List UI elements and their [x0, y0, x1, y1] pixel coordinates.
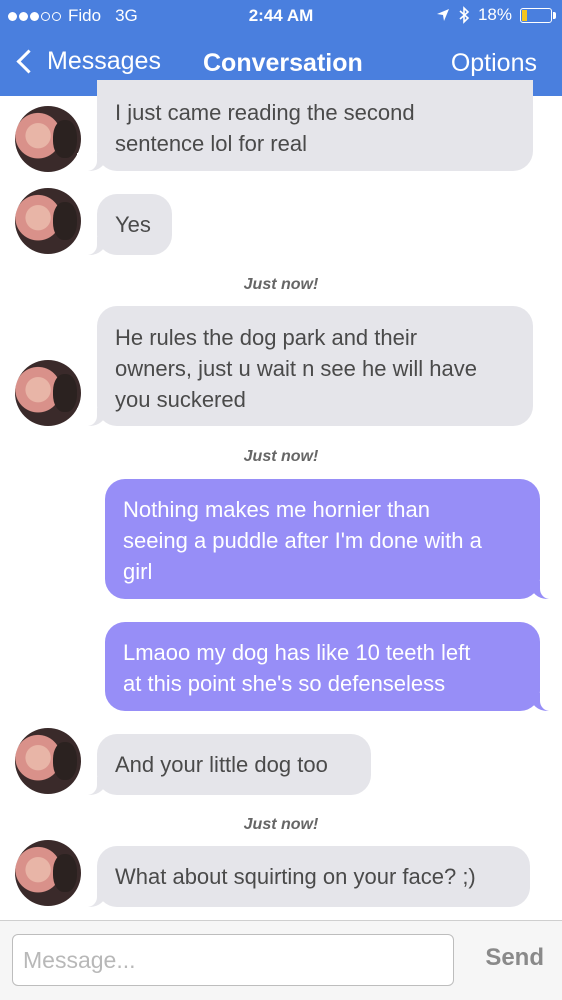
message-bubble[interactable]: I just came reading the second sentence …	[77, 80, 533, 171]
contact-avatar[interactable]	[15, 106, 81, 172]
message-input[interactable]	[12, 934, 454, 986]
page-title: Conversation	[203, 49, 363, 77]
message-line: sentence lol for real	[115, 131, 307, 156]
message-bubble[interactable]: Yes	[77, 194, 172, 255]
message-line: And your little dog too	[115, 752, 328, 777]
message-line: Lmaoo my dog has like 10 teeth left	[123, 640, 471, 665]
chevron-left-icon	[16, 49, 41, 74]
send-button[interactable]: Send	[485, 944, 544, 972]
options-button[interactable]: Options	[451, 49, 537, 78]
message-bubble[interactable]: What about squirting on your face? ;)	[77, 846, 530, 907]
battery-percent: 18%	[477, 5, 512, 24]
contact-avatar[interactable]	[15, 840, 81, 906]
message-line: Nothing makes me hornier than	[123, 497, 430, 522]
status-bar: Fido 3G 2:44 AM 18%	[0, 0, 562, 32]
message-bubble[interactable]: He rules the dog park and their owners, …	[77, 306, 533, 426]
message-line: girl	[123, 559, 153, 584]
bluetooth-icon	[459, 6, 470, 24]
message-bubble[interactable]: Lmaoo my dog has like 10 teeth left at t…	[105, 622, 560, 711]
contact-avatar[interactable]	[15, 360, 81, 426]
contact-avatar[interactable]	[15, 728, 81, 794]
location-arrow-icon	[436, 9, 449, 21]
timestamp: Just now!	[243, 816, 319, 833]
message-line: owners, just u wait n see he will have	[115, 356, 477, 381]
message-line: I just came reading the second	[115, 100, 415, 125]
message-line: He rules the dog park and their	[115, 325, 418, 350]
status-right: 18%	[436, 5, 556, 25]
message-line: you suckered	[115, 387, 246, 412]
message-line: What about squirting on your face? ;)	[115, 864, 476, 889]
message-line: seeing a puddle after I'm done with a	[123, 528, 482, 553]
message-composer: Send	[0, 920, 562, 1000]
back-button[interactable]: Messages	[14, 47, 161, 76]
timestamp: Just now!	[243, 448, 319, 465]
contact-avatar[interactable]	[15, 188, 81, 254]
message-line: Yes	[115, 212, 151, 237]
message-line: at this point she's so defenseless	[123, 671, 446, 696]
back-label: Messages	[47, 47, 161, 75]
battery-icon	[520, 7, 556, 23]
message-bubble[interactable]: Nothing makes me hornier than seeing a p…	[105, 479, 560, 599]
timestamp: Just now!	[243, 276, 319, 293]
message-bubble[interactable]: And your little dog too	[77, 734, 371, 795]
